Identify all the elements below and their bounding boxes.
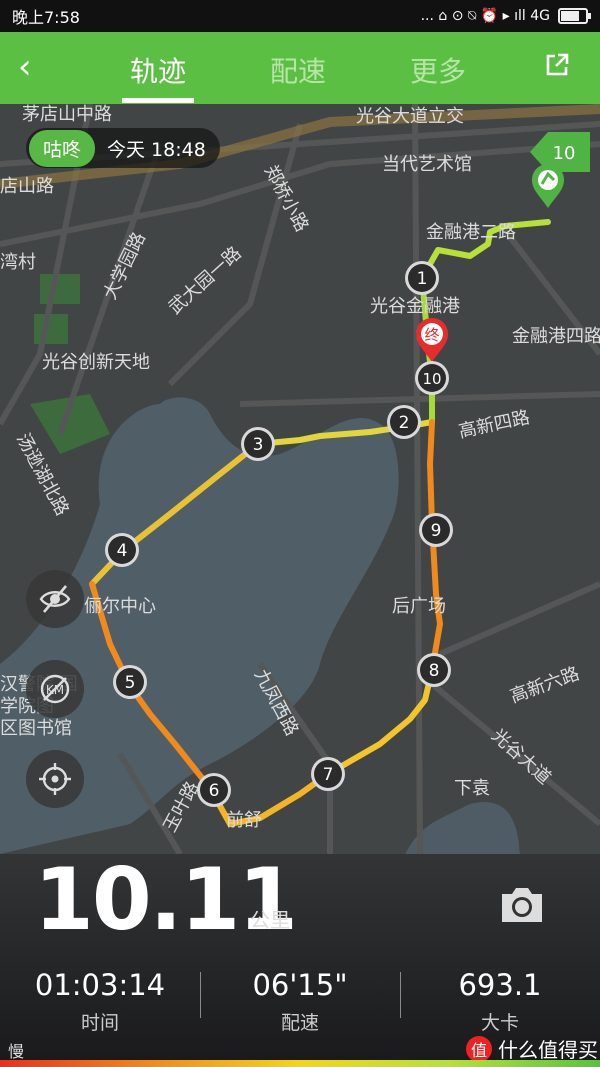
status-bar: 晚上7:58 ... ⌂ ⊙ ⍉ ⏰ ▸ ıll 4G xyxy=(0,0,600,32)
tab-track[interactable]: 轨迹 xyxy=(121,50,195,103)
tab-more[interactable]: 更多 xyxy=(410,50,466,90)
km-marker: 1 xyxy=(405,261,439,295)
calories-label: 大卡 xyxy=(480,1012,519,1034)
pace-stat: 06'15" 配速 xyxy=(200,968,400,1035)
km-marker-label: 10 xyxy=(422,370,441,388)
km-marker-label: 3 xyxy=(253,435,264,455)
km-marker: 8 xyxy=(417,653,451,687)
pace-value: 06'15" xyxy=(252,968,348,1002)
map-label: 光谷大道立交 xyxy=(356,106,464,127)
calories-stat: 693.1 大卡 xyxy=(400,968,600,1035)
distance-unit: 公里 xyxy=(250,908,290,932)
map-label: 光谷金融港 xyxy=(370,296,460,317)
duration-value: 01:03:14 xyxy=(34,968,166,1002)
map-label: 前舒 xyxy=(226,810,262,831)
status-icon-row: ... ⌂ ⊙ ⍉ ⏰ ▸ ıll 4G xyxy=(420,8,550,24)
km-marker: 3 xyxy=(241,427,275,461)
map-label: 光谷创新天地 xyxy=(42,352,150,373)
battery-fill xyxy=(561,11,579,21)
km-marker-label: 4 xyxy=(117,541,128,561)
app-header: ‹ 轨迹 配速 更多 xyxy=(0,32,600,104)
km-marker-label: 5 xyxy=(125,673,136,693)
run-badge: 咕咚 今天 18:48 xyxy=(26,128,220,168)
speed-legend-bar xyxy=(0,1060,600,1067)
duration-stat: 01:03:14 时间 xyxy=(0,968,200,1035)
status-time: 晚上7:58 xyxy=(12,8,80,27)
locate-button[interactable] xyxy=(26,750,84,808)
km-marker: 10 xyxy=(415,361,449,395)
status-icons: ... ⌂ ⊙ ⍉ ⏰ ▸ ıll 4G xyxy=(420,8,591,24)
map-label: 湾村 xyxy=(0,252,36,273)
km-marker-label: 6 xyxy=(209,781,220,801)
share-icon[interactable] xyxy=(544,52,570,78)
crosshair-icon xyxy=(39,763,71,795)
watermark-text: 什么值得买 xyxy=(498,1038,598,1062)
km-marker: 9 xyxy=(419,513,453,547)
map-label: 金融港四路 xyxy=(512,326,600,347)
distance-value: 10.11 xyxy=(34,850,298,950)
map-label: 茅店山中路 xyxy=(22,104,112,125)
km-marker: 7 xyxy=(311,757,345,791)
map-label: 后广场 xyxy=(392,596,446,617)
hide-track-button[interactable] xyxy=(26,570,84,628)
map-label: 店山路 xyxy=(0,176,54,197)
eye-off-icon xyxy=(39,585,71,613)
km-marker: 5 xyxy=(113,665,147,699)
map-label: 俪尔中心 xyxy=(84,596,156,617)
back-button[interactable]: ‹ xyxy=(18,50,32,84)
km-marker-label: 2 xyxy=(399,413,410,433)
run-time: 今天 18:48 xyxy=(107,138,206,161)
km-marker-label: 9 xyxy=(431,521,442,541)
map-label: 金融港二路 xyxy=(426,222,516,243)
km-marker: 2 xyxy=(387,405,421,439)
map-label: 下袁 xyxy=(454,778,490,799)
km-off-icon: KM xyxy=(40,674,70,704)
camera-icon[interactable] xyxy=(498,884,546,924)
pace-label: 配速 xyxy=(280,1012,319,1034)
map-label: 当代艺术馆 xyxy=(382,154,472,175)
km-marker-label: 8 xyxy=(429,661,440,681)
watermark-logo-icon: 值 xyxy=(466,1035,492,1062)
km-marker: 4 xyxy=(105,533,139,567)
tab-pace[interactable]: 配速 xyxy=(270,50,326,90)
watermark: 值 什么值得买 xyxy=(466,1034,598,1063)
calories-value: 693.1 xyxy=(458,968,542,1002)
battery-icon xyxy=(558,8,591,24)
map-label: 区图书馆 xyxy=(0,718,72,739)
km-marker-label: 1 xyxy=(417,269,428,289)
hide-km-button[interactable]: KM xyxy=(26,660,84,718)
run-tag: 咕咚 xyxy=(29,129,96,167)
duration-label: 时间 xyxy=(80,1012,119,1034)
slow-label: 慢 xyxy=(8,1042,25,1061)
km-marker-label: 7 xyxy=(323,765,334,785)
